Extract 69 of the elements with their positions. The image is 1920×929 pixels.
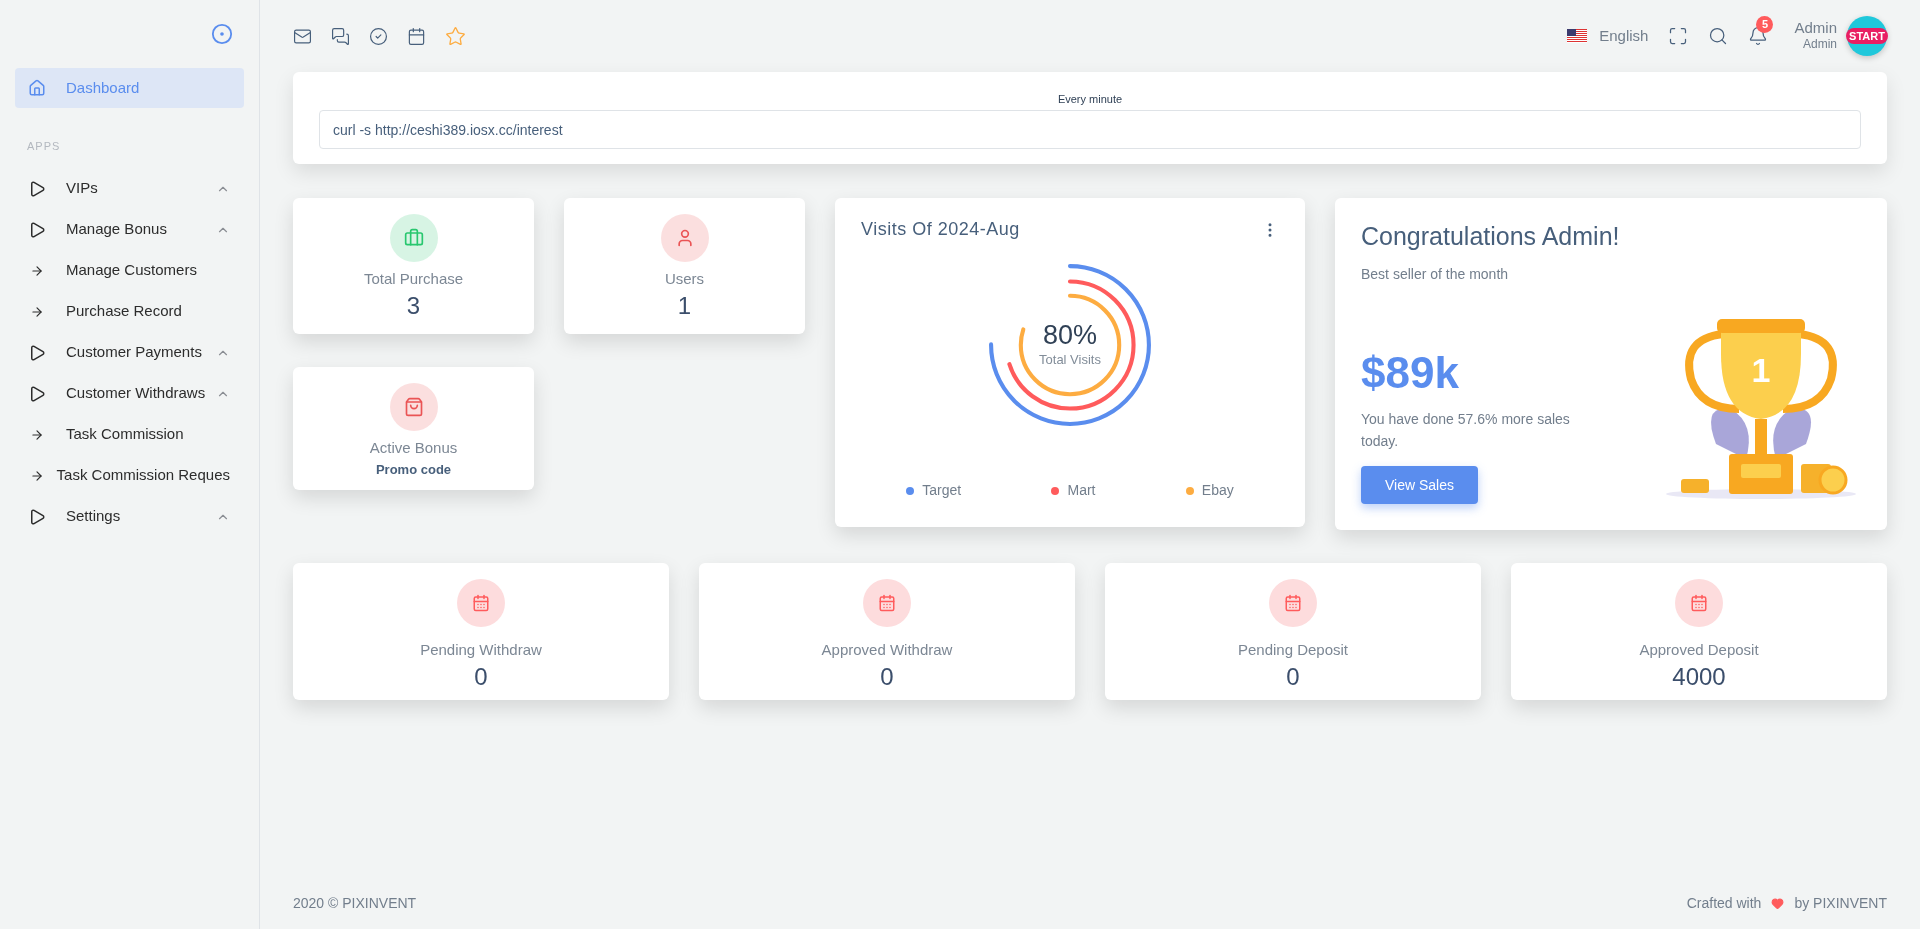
home-icon [28, 79, 46, 97]
calendar-icon[interactable] [407, 26, 426, 46]
card-title: Congratulations Admin! [1361, 221, 1621, 252]
stat-value: 0 [474, 661, 488, 692]
arrow-right-icon [30, 304, 44, 319]
star-icon[interactable] [445, 25, 466, 47]
sales-text: You have done 57.6% more sales today. [1361, 410, 1571, 451]
play-icon [28, 179, 46, 198]
avatar[interactable]: START [1847, 16, 1887, 56]
stat-label: Approved Withdraw [821, 640, 953, 660]
flag-icon [1567, 29, 1588, 43]
card-subtitle: Best seller of the month [1361, 264, 1510, 284]
stat-label: Pending Withdraw [420, 640, 542, 660]
sidebar-item[interactable]: Settings [15, 496, 244, 537]
sidebar-item[interactable]: Manage Customers [15, 250, 244, 291]
play-icon [28, 220, 46, 239]
trophy-drawing: 1 [1661, 294, 1861, 504]
copyright-text: 2020 © PIXINVENT [293, 893, 417, 913]
stat-label: Approved Deposit [1639, 640, 1759, 660]
calendar-icon [1284, 594, 1302, 612]
sidebar-item[interactable]: Task Commission [15, 414, 244, 455]
user-role: Admin [1803, 36, 1837, 53]
heart-icon [1771, 896, 1785, 910]
search-icon[interactable] [1708, 26, 1729, 46]
sidebar-item[interactable]: Manage Bonus [15, 209, 244, 250]
stat-value: 0 [1286, 661, 1300, 692]
notification-badge: 5 [1756, 16, 1774, 33]
play-icon [28, 507, 46, 526]
fullscreen-icon[interactable] [1668, 26, 1689, 46]
sidebar-item[interactable]: Task Commission Reques [15, 455, 244, 496]
arrow-right-icon [30, 427, 44, 442]
play-icon [28, 384, 46, 403]
command-field[interactable]: curl -s http://ceshi389.iosx.cc/interest [319, 110, 1861, 149]
legend-label: Ebay [1201, 481, 1234, 500]
arrow-right-icon [30, 263, 44, 278]
section-label: APPS [26, 139, 62, 154]
stat-label: Pending Deposit [1237, 640, 1349, 660]
center-label: Total Visits [1039, 351, 1101, 370]
sales-amount: $89k [1361, 348, 1460, 398]
legend-label: Mart [1067, 481, 1096, 500]
stat-value: Promo code [375, 460, 452, 479]
stat-label: Active Bonus [369, 438, 458, 458]
sidebar-item[interactable]: Customer Payments [15, 332, 244, 373]
stat-value: 1 [677, 290, 692, 321]
stat-value: 4000 [1672, 661, 1726, 692]
stat-label: Users [664, 269, 705, 289]
author-text: by PIXINVENT [1794, 893, 1887, 913]
calendar-icon [472, 594, 490, 612]
language-selector[interactable]: English [1599, 24, 1649, 48]
user-name: Admin [1794, 19, 1837, 36]
stat-value: 3 [406, 290, 421, 321]
arrow-right-icon [30, 468, 44, 483]
stat-value: 0 [880, 661, 894, 692]
check-circle-icon[interactable] [369, 26, 388, 46]
play-icon [28, 343, 46, 362]
legend-label: Target [922, 481, 962, 500]
sidebar-item[interactable]: Customer Withdraws [15, 373, 244, 414]
calendar-icon [1690, 594, 1708, 612]
calendar-icon [878, 594, 896, 612]
target-icon[interactable] [211, 23, 233, 45]
center-value: 80% [1042, 320, 1097, 351]
crafted-text: Crafted with [1686, 893, 1762, 913]
stat-label: Total Purchase [363, 269, 464, 289]
field-label: Every minute [1057, 92, 1123, 106]
card-title: Visits Of 2024-Aug [861, 218, 1020, 241]
sidebar-item[interactable]: VIPs [15, 168, 244, 209]
chat-icon[interactable] [331, 26, 350, 46]
bell-icon[interactable] [1748, 26, 1769, 46]
sidebar-item[interactable]: Purchase Record [15, 291, 244, 332]
